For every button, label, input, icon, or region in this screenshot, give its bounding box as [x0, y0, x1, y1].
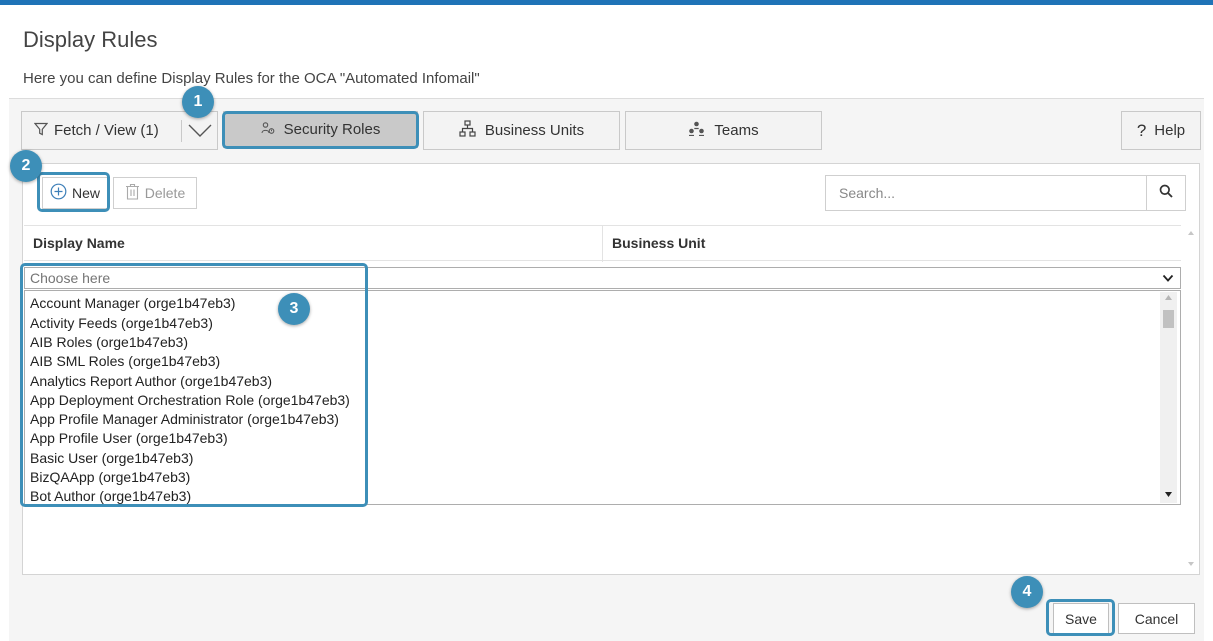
chevron-down-icon[interactable] [1162, 270, 1174, 290]
callout-highlight-new [37, 172, 110, 212]
search-icon [1159, 184, 1173, 203]
fetch-view-button[interactable]: Fetch / View (1) [21, 111, 218, 150]
delete-label: Delete [144, 185, 186, 201]
filter-icon [33, 122, 49, 140]
tab-teams[interactable]: Teams [625, 111, 822, 150]
grid-header: Display Name Business Unit [24, 225, 1181, 262]
cancel-button[interactable]: Cancel [1118, 603, 1195, 634]
scroll-up-arrow-icon[interactable] [1164, 294, 1173, 301]
list-scrollbar[interactable] [1160, 292, 1177, 503]
callout-badge-1: 1 [182, 86, 214, 118]
org-chart-icon [459, 120, 476, 141]
callout-badge-2: 2 [10, 150, 42, 182]
callout-badge-3: 3 [278, 293, 310, 325]
callout-badge-4: 4 [1011, 576, 1043, 608]
column-header-business-unit[interactable]: Business Unit [612, 226, 705, 262]
page-subtitle: Here you can define Display Rules for th… [23, 70, 480, 87]
fetch-divider [181, 120, 182, 142]
grid-scrollbar[interactable] [1183, 226, 1199, 574]
fetch-view-label: Fetch / View (1) [54, 122, 159, 139]
scroll-down-arrow-icon[interactable] [1187, 561, 1195, 567]
scroll-down-arrow-icon[interactable] [1164, 491, 1173, 498]
tab-teams-label: Teams [714, 122, 759, 139]
help-button[interactable]: ? Help [1121, 111, 1201, 150]
help-label: Help [1154, 122, 1186, 139]
callout-highlight-options [20, 263, 368, 507]
search-button[interactable] [1146, 175, 1186, 211]
tab-business-units-label: Business Units [484, 122, 585, 139]
trash-icon [125, 183, 140, 203]
chevron-down-icon[interactable] [187, 118, 213, 146]
scroll-up-arrow-icon[interactable] [1187, 230, 1195, 236]
delete-button[interactable]: Delete [113, 177, 197, 209]
callout-highlight-save [1046, 599, 1115, 636]
callout-highlight-security-roles [222, 111, 419, 149]
teams-icon [688, 121, 705, 140]
page-title: Display Rules [23, 27, 158, 52]
top-accent-strip [0, 0, 1213, 5]
list-scrollbar-thumb[interactable] [1163, 310, 1174, 328]
column-header-display-name[interactable]: Display Name [33, 226, 603, 262]
tab-business-units[interactable]: Business Units [423, 111, 620, 150]
question-mark-icon: ? [1136, 120, 1147, 140]
search-input[interactable] [825, 175, 1147, 211]
